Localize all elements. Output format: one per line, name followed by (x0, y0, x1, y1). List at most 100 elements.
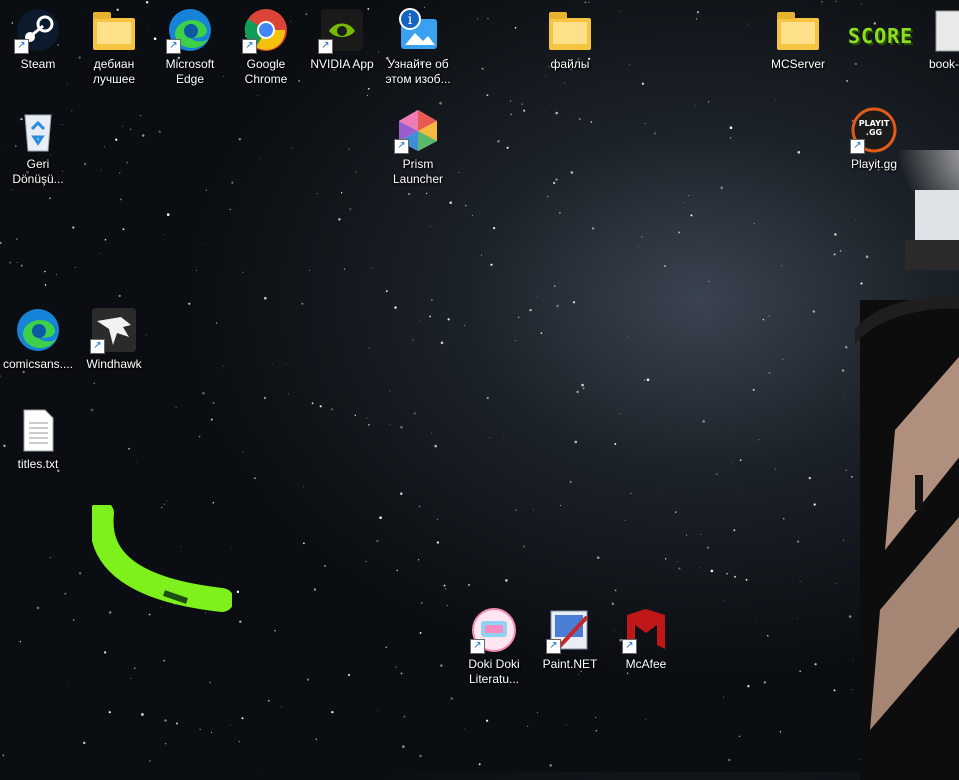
folder-shape (777, 12, 819, 50)
star (195, 269, 197, 271)
star (767, 634, 769, 637)
star (720, 186, 724, 190)
desktop-icon-playit[interactable]: PLAYIT .GG ↗ Playit.gg (836, 106, 912, 172)
desktop-icon-label: NVIDIA App (310, 57, 374, 71)
star (90, 408, 94, 412)
mcafee-icon: ↗ (622, 606, 670, 654)
shortcut-arrow-icon: ↗ (622, 639, 637, 654)
desktop-icon-windhawk[interactable]: ↗ Windhawk (76, 306, 152, 372)
star (234, 738, 236, 739)
star (537, 712, 539, 714)
text-file-icon (14, 406, 62, 454)
star (73, 619, 75, 621)
desktop-icon-edge[interactable]: ↗ Microsoft Edge (152, 6, 228, 87)
desktop-icon-comicsans[interactable]: comicsans.... (0, 306, 76, 372)
star (611, 602, 615, 606)
star (683, 201, 685, 203)
star (19, 641, 22, 643)
star (367, 423, 370, 426)
star (163, 234, 165, 236)
star (315, 738, 318, 740)
star (783, 518, 785, 520)
star (291, 147, 293, 149)
desktop-icon-mcserver[interactable]: MCServer (760, 6, 836, 72)
desktop-icon-files[interactable]: файлы (532, 6, 608, 72)
star (821, 1, 823, 3)
desktop-icon-book[interactable]: book-1. (911, 6, 959, 72)
desktop-icon-steam[interactable]: ↗ Steam (0, 6, 76, 72)
star (833, 689, 836, 692)
star (497, 140, 500, 143)
star (425, 192, 428, 195)
star (845, 469, 847, 471)
star (242, 451, 244, 453)
star (471, 214, 474, 217)
desktop-icon-ddlc[interactable]: ↗ Doki Doki Literatu... (456, 606, 532, 687)
desktop-icon-nvidia[interactable]: ↗ NVIDIA App (304, 6, 380, 72)
desktop-icon-learn[interactable]: i Узнайте об этом изоб... (380, 6, 456, 87)
desktop-icon-debian[interactable]: дебиан лучшее (76, 6, 152, 87)
star (306, 678, 310, 681)
star (674, 511, 677, 513)
desktop-icon-mcafee[interactable]: ↗ McAfee (608, 606, 684, 672)
star (280, 706, 282, 708)
desktop-icon-recycle[interactable]: Geri Dönüşü... (0, 106, 76, 187)
star (267, 699, 270, 702)
star (514, 26, 517, 29)
star (212, 401, 215, 404)
star (464, 727, 466, 729)
star (126, 161, 128, 164)
star (166, 500, 168, 502)
star (264, 296, 267, 300)
star (664, 558, 667, 560)
star (434, 444, 438, 448)
star (82, 741, 86, 745)
star (733, 529, 736, 532)
star (774, 99, 776, 101)
book-icon (925, 6, 959, 54)
star (119, 198, 123, 201)
shortcut-arrow-icon: ↗ (14, 39, 29, 54)
star (643, 379, 646, 381)
desktop-icon-chrome[interactable]: ↗ Google Chrome (228, 6, 304, 87)
desktop-icon-label: дебиан лучшее (92, 57, 136, 86)
star (489, 437, 491, 439)
desktop-icon-prism[interactable]: ↗ Prism Launcher (380, 106, 456, 187)
star (728, 758, 731, 762)
star (141, 713, 144, 716)
star (700, 567, 701, 569)
paintnet-icon: ↗ (546, 606, 594, 654)
star (555, 111, 558, 115)
star (15, 238, 18, 241)
star (626, 336, 629, 338)
star (555, 178, 558, 181)
star (549, 764, 552, 767)
star (258, 770, 260, 772)
star (715, 473, 718, 476)
star (365, 560, 367, 563)
desktop-icon-label: book-1. (928, 57, 959, 71)
star (588, 1, 590, 3)
star (349, 218, 351, 220)
star (733, 575, 737, 578)
star (440, 341, 444, 345)
playit-icon: PLAYIT .GG ↗ (850, 106, 898, 154)
star (349, 208, 352, 211)
star (664, 265, 667, 268)
star (78, 572, 82, 575)
star (596, 556, 600, 560)
desktop-icon-titles[interactable]: titles.txt (0, 406, 76, 472)
star (510, 113, 513, 116)
star (846, 80, 848, 82)
desktop-icon-paintnet[interactable]: ↗ Paint.NET (532, 606, 608, 672)
star (753, 223, 755, 224)
star (478, 763, 481, 766)
star (377, 710, 379, 712)
star (139, 114, 142, 117)
star (145, 1, 149, 4)
star (645, 718, 647, 720)
star (319, 405, 322, 408)
star (136, 461, 138, 463)
star (83, 162, 87, 166)
star (724, 600, 726, 601)
